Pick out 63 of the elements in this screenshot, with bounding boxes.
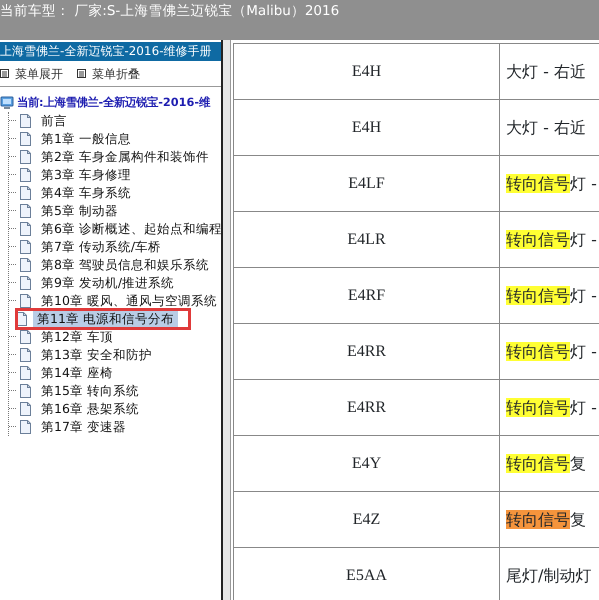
table-cell: 转向信号灯 -	[506, 174, 597, 192]
table-cell: 转向信号复	[506, 454, 586, 472]
document-icon	[20, 420, 31, 434]
tree-item[interactable]: 第5章 制动器	[37, 202, 122, 220]
tree-item[interactable]: 前言	[37, 112, 71, 130]
tree-item[interactable]: 第12章 车顶	[37, 328, 117, 346]
document-icon	[20, 258, 31, 272]
document-icon	[20, 222, 31, 236]
document-icon	[16, 312, 27, 326]
tree-item[interactable]: 第9章 发动机/推进系统	[37, 274, 178, 292]
table-cell: 转向信号灯 -	[506, 230, 597, 248]
computer-icon	[0, 96, 14, 110]
table-cell: 转向信号灯 -	[506, 342, 597, 360]
table-cell: 转向信号复	[506, 510, 586, 528]
table-cell: E4RR	[234, 324, 500, 380]
document-icon	[20, 384, 31, 398]
document-icon	[20, 366, 31, 380]
tree-item[interactable]: 第16章 悬架系统	[37, 400, 143, 418]
tree-root-label[interactable]: 当前:上海雪佛兰-全新迈锐宝-2016-维	[17, 95, 210, 112]
table-cell: E4RF	[234, 268, 500, 324]
document-icon	[20, 402, 31, 416]
tree-item[interactable]: 第1章 一般信息	[37, 130, 135, 148]
table-cell: 转向信号灯 -	[506, 398, 597, 416]
document-icon	[20, 348, 31, 362]
tree-item[interactable]: 第7章 传动系统/车桥	[37, 238, 166, 256]
document-icon	[20, 330, 31, 344]
document-icon	[20, 204, 31, 218]
menu-toggle-button[interactable]: 菜单折叠	[77, 64, 140, 82]
table-cell: 大灯 - 右近	[506, 62, 586, 80]
document-icon	[20, 276, 31, 290]
table-cell: 尾灯/制动灯	[506, 566, 592, 584]
tree-item[interactable]: 第2章 车身金属构件和装饰件	[37, 148, 213, 166]
document-icon	[20, 132, 31, 146]
table-cell: E4RR	[234, 380, 500, 436]
tree-item[interactable]: 第15章 转向系统	[37, 382, 143, 400]
document-icon	[20, 240, 31, 254]
tree-item[interactable]: 第8章 驾驶员信息和娱乐系统	[37, 256, 213, 274]
menu-toggle-button[interactable]: 菜单展开	[0, 64, 63, 82]
sidebar-header: 上海雪佛兰-全新迈锐宝-2016-维修手册	[0, 42, 221, 61]
tree-item[interactable]: 第3章 车身修理	[37, 166, 135, 184]
table-cell: 转向信号灯 -	[506, 286, 597, 304]
window-title: 当前车型： 厂家:S-上海雪佛兰迈锐宝（Malibu）2016	[0, 3, 340, 19]
table-cell: E4Z	[234, 492, 500, 548]
tree-item[interactable]: 第10章 暖风、通风与空调系统	[37, 292, 221, 310]
document-icon	[20, 294, 31, 308]
tree-item[interactable]: 第13章 安全和防护	[37, 346, 156, 364]
list-icon	[77, 69, 86, 78]
list-icon	[0, 69, 9, 78]
tree-item[interactable]: 第11章 电源和信号分布	[33, 310, 178, 328]
table-cell: E4Y	[234, 436, 500, 492]
document-icon	[20, 186, 31, 200]
tree-item[interactable]: 第17章 变速器	[37, 418, 130, 436]
table-cell: E4LR	[234, 212, 500, 268]
tree-item[interactable]: 第4章 车身系统	[37, 184, 135, 202]
table-cell: E5AA	[234, 548, 500, 600]
table-cell: 大灯 - 右近	[506, 118, 586, 136]
table-cell: E4H	[234, 100, 500, 156]
document-icon	[20, 168, 31, 182]
table-cell: E4LF	[234, 156, 500, 212]
document-icon	[20, 150, 31, 164]
document-icon	[20, 114, 31, 128]
tree-item[interactable]: 第14章 座椅	[37, 364, 117, 382]
table-cell: E4H	[234, 44, 500, 100]
